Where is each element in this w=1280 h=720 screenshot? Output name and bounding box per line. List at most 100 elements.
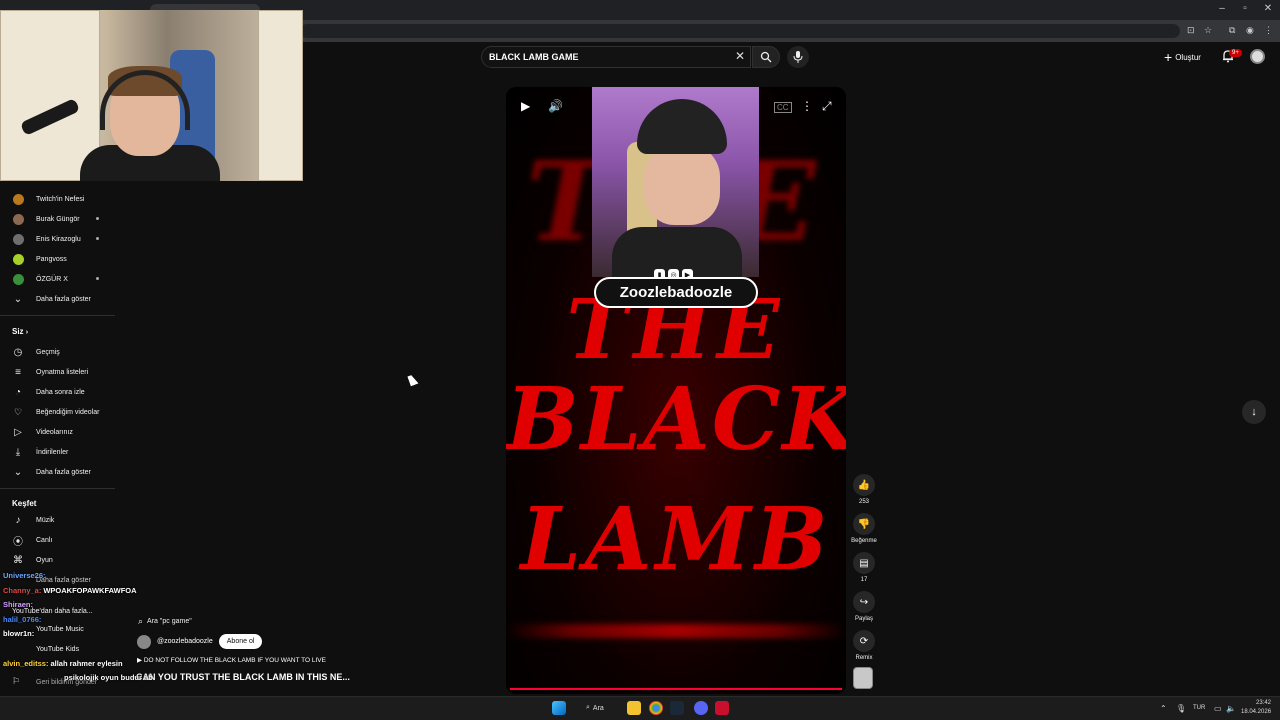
sidebar-item-label: Enis Kirazoglu [36, 235, 81, 243]
sidebar-item-watch-later[interactable]: ◔ Daha sonra izle [0, 382, 115, 402]
menu-icon[interactable]: ⋮ [1264, 25, 1273, 36]
creator-facecam [592, 87, 759, 277]
profile-icon[interactable]: ◉ [1246, 25, 1254, 36]
close-window-button[interactable]: ✕ [1256, 3, 1280, 14]
sound-thumbnail[interactable] [853, 667, 873, 689]
discord-icon[interactable] [694, 701, 708, 715]
sidebar-item-music[interactable]: ♪ Müzik [0, 510, 115, 530]
show-more-button[interactable]: ⌄ Daha fazla göster [0, 289, 115, 309]
microphone-icon [793, 51, 803, 63]
clock-icon: ◔ [14, 386, 22, 398]
download-icon: ⤓ [15, 446, 21, 458]
sidebar-item-history[interactable]: ◷ Geçmiş [0, 342, 115, 362]
playlist-icon: ≡ [15, 366, 21, 378]
clock-time[interactable]: 23:42 [1256, 700, 1271, 706]
remix-button[interactable]: ⟳ Remix [851, 630, 877, 661]
extensions-icon[interactable]: ⧉ [1229, 25, 1235, 36]
show-more-button[interactable]: ⌄ Daha fazla göster [0, 462, 115, 482]
volume-tray-icon[interactable]: 🔈 [1226, 704, 1236, 713]
chat-username: blowr1n: [3, 629, 35, 638]
live-indicator [96, 277, 99, 280]
more-options-icon[interactable]: ⋮ [801, 99, 813, 113]
like-button[interactable]: 👍 253 [851, 474, 877, 505]
sidebar-subscription[interactable]: Pangvoss [0, 249, 115, 269]
share-icon: ↪ [853, 591, 875, 613]
search-suggestion-chip[interactable]: ⌕ Ara "pc game" [138, 614, 192, 628]
share-button[interactable]: ↪ Paylaş [851, 591, 877, 622]
remix-icon: ⟳ [853, 630, 875, 652]
language-indicator[interactable]: TUR [1193, 705, 1205, 711]
windows-start-icon[interactable] [552, 701, 566, 715]
channel-name[interactable]: @zoozlebadoozle [157, 638, 213, 645]
chat-text: WPOAKFOPAWKFAWFOA [43, 586, 137, 595]
music-icon: ♪ [15, 514, 21, 526]
thumbs-down-icon: 👎 [853, 513, 875, 535]
description-text: DO NOT FOLLOW THE BLACK LAMB IF YOU WANT… [143, 657, 326, 664]
sidebar-item-youtube-kids[interactable]: YouTube Kids [36, 646, 79, 653]
subscribe-button[interactable]: Abone ol [218, 634, 263, 649]
chrome-icon[interactable] [649, 701, 663, 715]
chat-text: allah rahmer eylesin [50, 659, 123, 668]
comments-button[interactable]: ▤ 17 [851, 552, 877, 583]
fullscreen-icon[interactable]: ⤢ [822, 99, 832, 114]
minimize-button[interactable]: – [1210, 3, 1234, 14]
sidebar-subscription[interactable]: Burak Güngör [0, 209, 115, 229]
sidebar-item-playlists[interactable]: ≡ Oynatma listeleri [0, 362, 115, 382]
create-label: Oluştur [1175, 52, 1201, 62]
video-title[interactable]: CAN YOU TRUST THE BLACK LAMB IN THIS NE.… [136, 672, 350, 682]
divider [0, 488, 115, 489]
voice-search-button[interactable] [787, 46, 809, 68]
sidebar-item-live[interactable]: ⦿ Canlı [0, 530, 115, 550]
search-chip-label: Ara "pc game" [147, 617, 192, 625]
clear-search-icon[interactable]: ✕ [735, 49, 745, 63]
sidebar-item-label: Burak Güngör [36, 215, 80, 223]
channel-avatar[interactable] [137, 634, 151, 649]
volume-icon[interactable]: 🔊 [548, 99, 563, 113]
tray-chevron-icon[interactable]: ⌃ [1160, 704, 1167, 713]
clock-date[interactable]: 18.04.2026 [1241, 709, 1271, 715]
create-button[interactable]: + Oluştur [1164, 48, 1201, 66]
sidebar-item-gaming[interactable]: ⌘ Oyun [0, 550, 115, 570]
creator-cap [637, 99, 727, 154]
network-icon[interactable]: ▭ [1214, 704, 1222, 713]
video-progress-bar[interactable] [510, 688, 842, 690]
sidebar-item-liked-videos[interactable]: ♡ Beğendiğim videolar [0, 402, 115, 422]
sidebar-subscription[interactable]: ÖZGÜR X [0, 269, 115, 289]
microphone-tray-icon[interactable]: 🎙 [1176, 704, 1186, 713]
chevron-down-icon: ⌄ [13, 466, 23, 478]
chat-message: psikolojik oyun budur ab [62, 673, 153, 682]
search-button[interactable] [752, 46, 780, 68]
thumbs-up-icon: 👍 [853, 474, 875, 496]
file-explorer-icon[interactable] [627, 701, 641, 715]
sidebar-item-your-videos[interactable]: ▷ Videolarınız [0, 422, 115, 442]
video-description[interactable]: ▶ DO NOT FOLLOW THE BLACK LAMB IF YOU WA… [137, 656, 326, 664]
you-section-heading[interactable]: Siz › [12, 327, 28, 336]
bookmark-star-icon[interactable]: ☆ [1204, 25, 1212, 36]
sidebar-item-label: Beğendiğim videolar [36, 408, 100, 416]
chevron-right-icon: › [25, 329, 29, 336]
captions-icon[interactable]: CC [774, 102, 792, 113]
sidebar-subscription[interactable]: Enis Kirazoglu [0, 229, 115, 249]
taskbar-search[interactable]: ⌕ Ara [586, 701, 604, 715]
gaming-icon: ⌘ [13, 554, 23, 566]
taskbar-search-label: Ara [592, 704, 604, 712]
recording-app-icon[interactable] [715, 701, 729, 715]
maximize-button[interactable]: ▫ [1233, 3, 1257, 14]
bookshelf [0, 10, 100, 181]
play-icon[interactable]: ▶ [521, 99, 530, 113]
sidebar-item-downloads[interactable]: ⤓ İndirilenler [0, 442, 115, 462]
chat-username: alvin_editss: [3, 659, 49, 668]
shorts-player[interactable]: THE THE BLACK LAMB ▮ ◎ ▶ Zoozlebadoozle … [506, 87, 846, 694]
dislike-button[interactable]: 👎 Beğenme [851, 513, 877, 544]
account-avatar[interactable] [1250, 49, 1265, 64]
sidebar-subscription[interactable]: Twitch'in Nefesi [0, 189, 115, 209]
video-title-word: BLACK [506, 369, 846, 470]
address-bar[interactable] [300, 24, 1180, 38]
steam-icon[interactable] [670, 701, 684, 715]
sidebar-item-youtube-music[interactable]: YouTube Music [36, 626, 84, 633]
next-video-button[interactable]: ↓ [1242, 400, 1266, 424]
chat-username: Universe26: [3, 571, 46, 580]
search-query[interactable]: BLACK LAMB GAME [489, 52, 579, 62]
install-icon[interactable]: ⊡ [1187, 25, 1195, 36]
sidebar-item-label: Pangvoss [36, 255, 67, 263]
